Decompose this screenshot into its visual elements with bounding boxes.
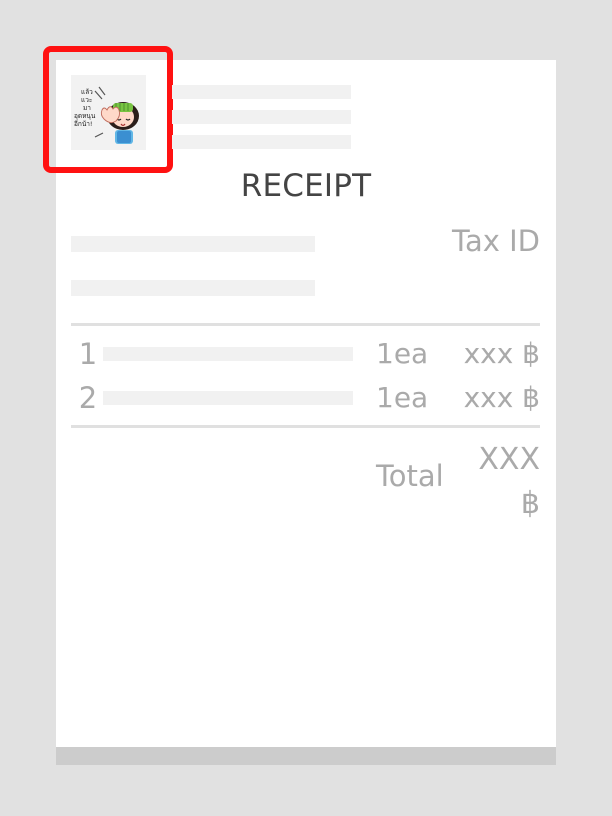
line-item-amount: xxx ฿ [463, 337, 540, 370]
divider-bottom [71, 425, 540, 428]
divider-top [71, 323, 540, 326]
header-placeholder-2 [172, 110, 351, 124]
header-placeholder-3 [172, 135, 351, 149]
total-label: Total [376, 459, 444, 493]
customer-placeholder-1 [71, 236, 315, 252]
receipt-title: RECEIPT [240, 168, 372, 204]
line-item-description-placeholder [103, 347, 353, 361]
line-item-qty: 1ea [376, 381, 429, 414]
line-item-number: 2 [78, 381, 98, 415]
customer-placeholder-2 [71, 280, 315, 296]
line-item-amount: xxx ฿ [463, 381, 540, 414]
header-placeholder-1 [172, 85, 351, 99]
total-value: XXX ฿ [478, 442, 540, 521]
tax-id-label: Tax ID [452, 224, 540, 258]
line-item-qty: 1ea [376, 337, 429, 370]
line-item-description-placeholder [103, 391, 353, 405]
logo-highlight-frame [43, 46, 173, 173]
receipt-footer-bar [56, 747, 556, 765]
line-item-number: 1 [78, 337, 98, 371]
